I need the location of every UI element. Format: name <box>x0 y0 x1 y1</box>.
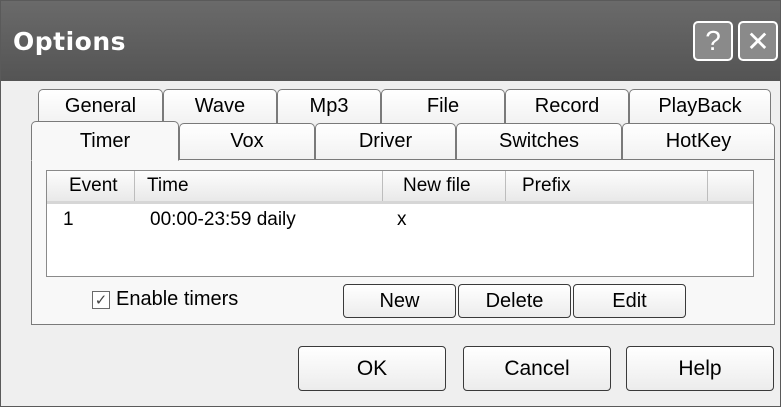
tab-timer[interactable]: Timer <box>31 121 179 161</box>
close-icon: ✕ <box>746 25 770 57</box>
help-button[interactable]: Help <box>626 346 774 391</box>
cell-new-file: x <box>397 209 407 230</box>
enable-timers-checkbox[interactable]: ✓ Enable timers <box>92 288 238 311</box>
column-header-event[interactable]: Event <box>47 171 135 201</box>
checkmark-icon: ✓ <box>94 291 108 309</box>
tab-hotkey[interactable]: HotKey <box>622 123 775 159</box>
list-header: Event Time New file Prefix <box>47 171 753 204</box>
tab-driver[interactable]: Driver <box>315 123 456 159</box>
tab-mp3[interactable]: Mp3 <box>277 89 381 123</box>
tab-record[interactable]: Record <box>505 89 629 123</box>
edit-button[interactable]: Edit <box>573 284 686 318</box>
delete-button[interactable]: Delete <box>458 284 571 318</box>
column-header-time[interactable]: Time <box>135 171 383 201</box>
title-bar[interactable]: Options ? ✕ <box>1 1 780 81</box>
question-mark-icon: ? <box>705 25 721 56</box>
help-title-button[interactable]: ? <box>693 21 733 61</box>
ok-button[interactable]: OK <box>298 346 446 391</box>
window-title: Options <box>13 27 127 56</box>
cell-time: 00:00-23:59 daily <box>150 209 296 230</box>
column-header-new-file[interactable]: New file <box>383 171 506 201</box>
cell-event: 1 <box>63 209 74 230</box>
tab-file[interactable]: File <box>381 89 505 123</box>
tab-general[interactable]: General <box>38 89 163 123</box>
tab-playback[interactable]: PlayBack <box>629 89 771 123</box>
timer-list[interactable]: Event Time New file Prefix 1 00:00-23:59… <box>46 170 754 277</box>
tab-wave[interactable]: Wave <box>163 89 277 123</box>
tab-vox[interactable]: Vox <box>179 123 315 159</box>
enable-timers-label: Enable timers <box>116 288 239 310</box>
timer-panel: Event Time New file Prefix 1 00:00-23:59… <box>31 159 775 325</box>
new-button[interactable]: New <box>343 284 456 318</box>
checkbox-box[interactable]: ✓ <box>92 290 110 309</box>
cancel-button[interactable]: Cancel <box>463 346 611 391</box>
options-dialog: Options ? ✕ General Wave Mp3 File Record… <box>0 0 781 407</box>
column-header-prefix[interactable]: Prefix <box>506 171 708 201</box>
tab-switches[interactable]: Switches <box>456 123 622 159</box>
close-button[interactable]: ✕ <box>738 21 778 61</box>
